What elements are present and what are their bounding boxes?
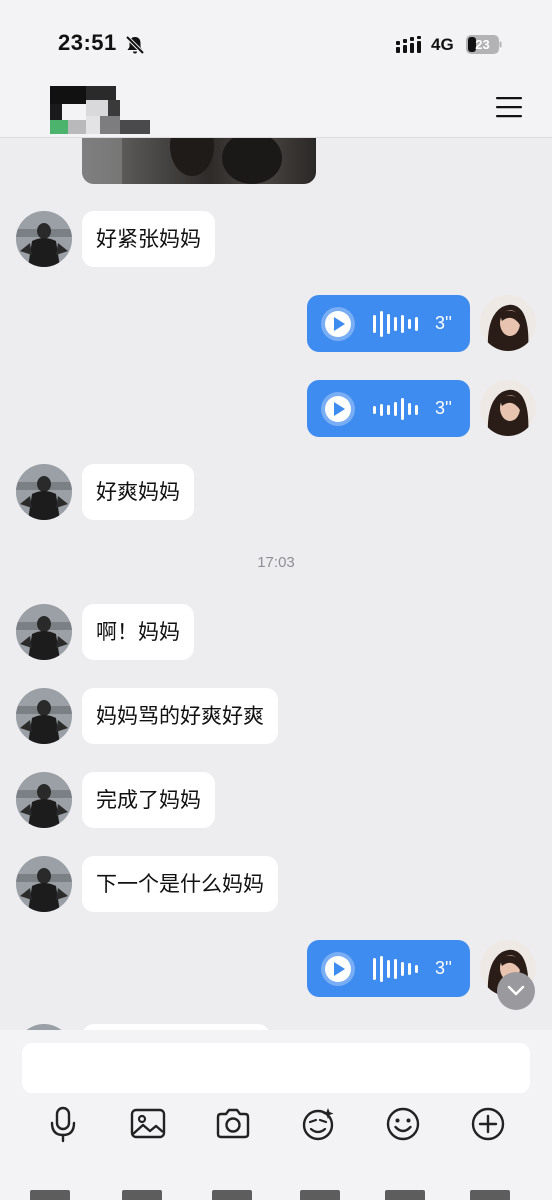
menu-icon[interactable] <box>496 96 522 118</box>
my-avatar[interactable] <box>480 295 536 351</box>
voice-duration: 3'' <box>435 958 452 978</box>
bell-mute-icon <box>125 35 145 55</box>
play-icon[interactable] <box>321 307 355 341</box>
contact-avatar[interactable] <box>16 211 72 267</box>
contact-avatar[interactable] <box>16 464 72 520</box>
message-input[interactable] <box>22 1043 530 1093</box>
image-message[interactable] <box>82 138 316 184</box>
contact-avatar[interactable] <box>16 772 72 828</box>
waveform-icon <box>373 398 418 420</box>
emoji-icon <box>386 1107 420 1141</box>
camera-button[interactable] <box>213 1104 253 1144</box>
camera-icon <box>216 1108 250 1139</box>
waveform-icon <box>373 956 418 982</box>
contact-avatar[interactable] <box>16 856 72 912</box>
contact-avatar[interactable] <box>16 688 72 744</box>
voice-message[interactable]: 3'' <box>307 295 470 352</box>
incoming-message[interactable]: 啊！妈妈 <box>82 604 194 660</box>
input-area <box>0 1030 552 1200</box>
image-icon <box>130 1108 166 1139</box>
scroll-down-button[interactable] <box>497 972 535 1010</box>
status-time: 23:51 <box>58 30 117 55</box>
plus-button[interactable] <box>468 1104 508 1144</box>
sticker-icon <box>302 1108 334 1141</box>
image-button[interactable] <box>128 1104 168 1144</box>
voice-message[interactable]: 3'' <box>307 380 470 437</box>
incoming-message[interactable]: 下一个是什么妈妈 <box>82 856 278 912</box>
waveform-icon <box>373 311 418 337</box>
message-timestamp: 17:03 <box>257 554 295 571</box>
keyboard-edge <box>0 1190 552 1200</box>
chevron-down-icon <box>507 985 525 996</box>
status-bar: 23:51 4G 23 <box>0 0 552 80</box>
emoji-button[interactable] <box>383 1104 423 1144</box>
battery-level: 23 <box>475 37 490 52</box>
contact-avatar[interactable] <box>16 604 72 660</box>
microphone-button[interactable] <box>43 1104 83 1144</box>
voice-duration: 3'' <box>435 313 452 333</box>
chat-message-list[interactable]: 好紧张妈妈 3'' 3'' 好爽妈妈 17:03 啊！妈妈 妈妈骂的好爽好爽 完… <box>0 138 552 1030</box>
play-icon[interactable] <box>321 392 355 426</box>
incoming-message[interactable]: 完成了妈妈 <box>82 772 215 828</box>
contact-name-redacted[interactable] <box>50 86 150 134</box>
play-icon[interactable] <box>321 952 355 986</box>
sticker-button[interactable] <box>298 1104 338 1144</box>
incoming-message[interactable]: 妈妈骂的好爽好爽 <box>82 688 278 744</box>
incoming-message[interactable]: 好爽妈妈 <box>82 464 194 520</box>
signal-icon <box>396 36 421 53</box>
network-label: 4G <box>431 35 454 54</box>
incoming-message[interactable]: 好紧张妈妈 <box>82 211 215 267</box>
chat-header <box>0 80 552 138</box>
my-avatar[interactable] <box>480 380 536 436</box>
plus-icon <box>471 1107 505 1141</box>
voice-duration: 3'' <box>435 398 452 418</box>
microphone-icon <box>50 1106 76 1143</box>
voice-message[interactable]: 3'' <box>307 940 470 997</box>
